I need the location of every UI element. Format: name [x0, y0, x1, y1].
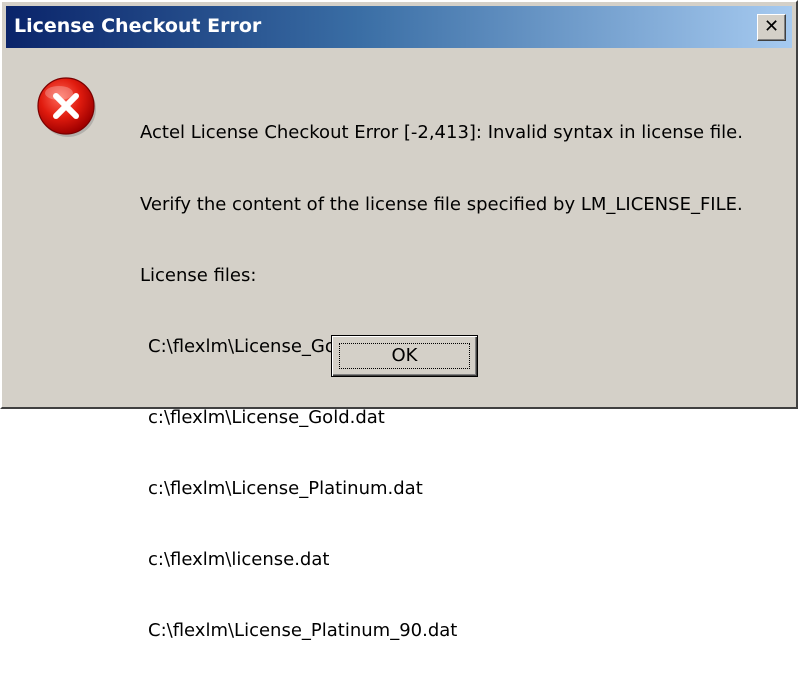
- ok-button[interactable]: OK: [331, 335, 478, 377]
- error-icon: [37, 77, 96, 137]
- close-icon: ✕: [763, 16, 780, 37]
- message-line-verify: Verify the content of the license file s…: [140, 193, 743, 215]
- message-line-files-label: License files:: [140, 264, 257, 286]
- license-file-path: c:\flexlm\License_Platinum.dat: [148, 477, 423, 499]
- title-bar[interactable]: License Checkout Error ✕: [6, 6, 792, 48]
- error-dialog: License Checkout Error ✕ Actel License C…: [0, 0, 798, 641]
- ok-button-label: OK: [391, 345, 418, 366]
- license-file-path: c:\flexlm\License_Gold.dat: [148, 406, 385, 428]
- license-file-path: C:\flexlm\License_Platinum_90.dat: [148, 620, 458, 642]
- message-line-error: Actel License Checkout Error [-2,413]: I…: [140, 122, 743, 144]
- license-file-path: c:\flexlm\license.dat: [148, 549, 330, 571]
- error-message: Actel License Checkout Error [-2,413]: I…: [140, 74, 743, 690]
- window-title: License Checkout Error: [14, 15, 262, 37]
- close-button[interactable]: ✕: [757, 14, 786, 41]
